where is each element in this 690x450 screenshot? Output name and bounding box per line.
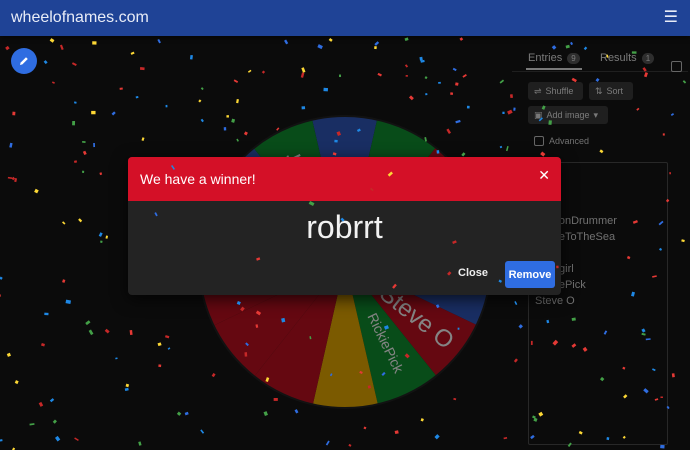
remove-button[interactable]: Remove	[505, 261, 555, 288]
top-bar: wheelofnames.com ☰	[0, 0, 690, 36]
dialog-header: We have a winner! ✕	[128, 157, 561, 201]
hamburger-icon[interactable]: ☰	[664, 10, 678, 26]
dialog-title: We have a winner!	[140, 171, 256, 187]
site-title[interactable]: wheelofnames.com	[11, 9, 149, 27]
edit-button[interactable]	[11, 48, 37, 74]
close-icon[interactable]: ✕	[538, 167, 550, 184]
close-button[interactable]: Close	[458, 267, 488, 279]
pencil-icon	[20, 57, 28, 65]
winner-name: robrrt	[306, 209, 383, 245]
winner-dialog: We have a winner! ✕ robrrt Close Remove	[128, 157, 561, 295]
